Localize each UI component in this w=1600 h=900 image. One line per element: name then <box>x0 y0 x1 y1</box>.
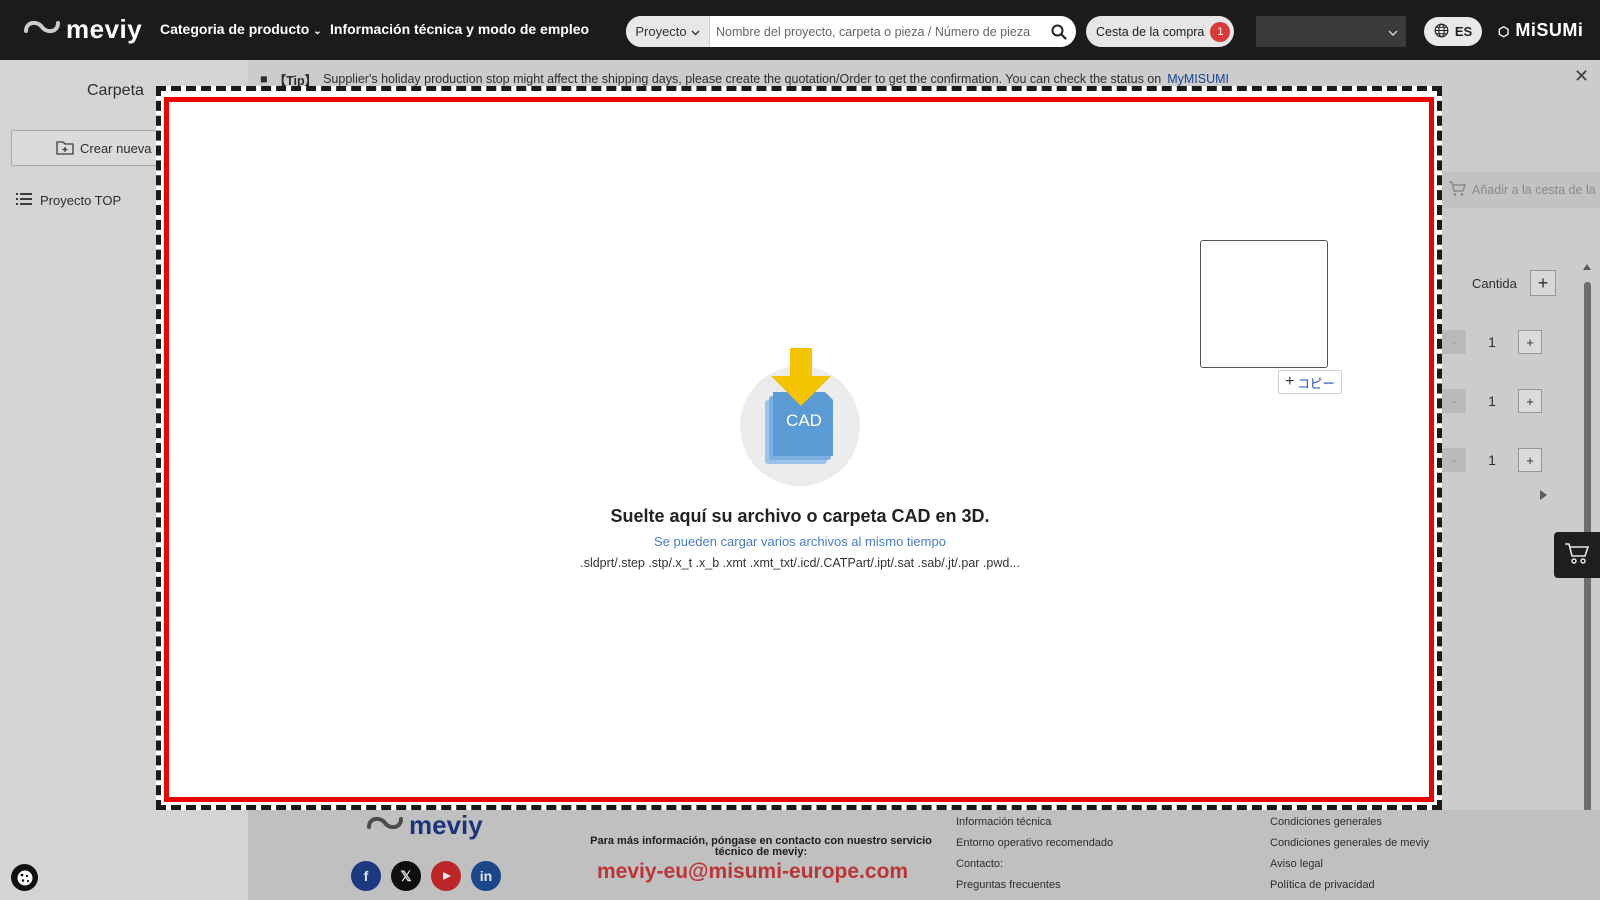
chevron-down-icon <box>1388 23 1398 41</box>
language-label: ES <box>1454 24 1473 39</box>
meviy-logo-icon <box>22 17 62 42</box>
plus-icon: + <box>1285 373 1295 390</box>
globe-icon <box>1434 23 1449 41</box>
copy-label: コピー <box>1297 376 1335 391</box>
cad-icon-label: CAD <box>786 411 822 430</box>
search-bar: Proyecto <box>626 16 1076 47</box>
cad-upload-icon: CAD <box>735 348 865 488</box>
nav-product-category-label: Categoria de producto <box>160 21 310 37</box>
chevron-down-icon <box>691 24 700 39</box>
meviy-logo[interactable]: meviy <box>22 14 142 45</box>
dropzone-extensions: .sldprt/.step .stp/.x_t .x_b .xmt .xmt_t… <box>580 556 1020 570</box>
chevron-down-icon: ⌄ <box>313 26 322 37</box>
account-select[interactable] <box>1256 16 1406 47</box>
preview-box <box>1200 240 1328 368</box>
search-scope-label: Proyecto <box>635 24 687 39</box>
search-scope-select[interactable]: Proyecto <box>626 16 710 47</box>
top-header: meviy Categoria de producto ⌄ Informació… <box>0 0 1600 60</box>
misumi-icon: ⬡ <box>1498 24 1510 39</box>
search-input[interactable] <box>710 16 1042 47</box>
shopping-cart-label: Cesta de la compra <box>1096 24 1205 39</box>
dropzone-subtitle: Se pueden cargar varios archivos al mism… <box>654 534 946 549</box>
nav-product-category[interactable]: Categoria de producto ⌄ <box>160 21 322 37</box>
cart-count-badge: 1 <box>1210 21 1231 42</box>
misumi-logo[interactable]: ⬡ MiSUMi <box>1498 20 1583 41</box>
nav-tech-info[interactable]: Información técnica y modo de empleo <box>330 21 589 37</box>
copy-button[interactable]: + コピー <box>1278 370 1342 394</box>
dropzone-title: Suelte aquí su archivo o carpeta CAD en … <box>610 506 990 526</box>
shopping-cart-button[interactable]: Cesta de la compra 1 <box>1086 16 1234 47</box>
language-button[interactable]: ES <box>1424 17 1482 46</box>
meviy-logo-text: meviy <box>66 14 143 44</box>
cookie-icon[interactable] <box>11 864 38 891</box>
search-icon[interactable] <box>1042 16 1076 47</box>
misumi-logo-text: MiSUMi <box>1515 20 1584 40</box>
